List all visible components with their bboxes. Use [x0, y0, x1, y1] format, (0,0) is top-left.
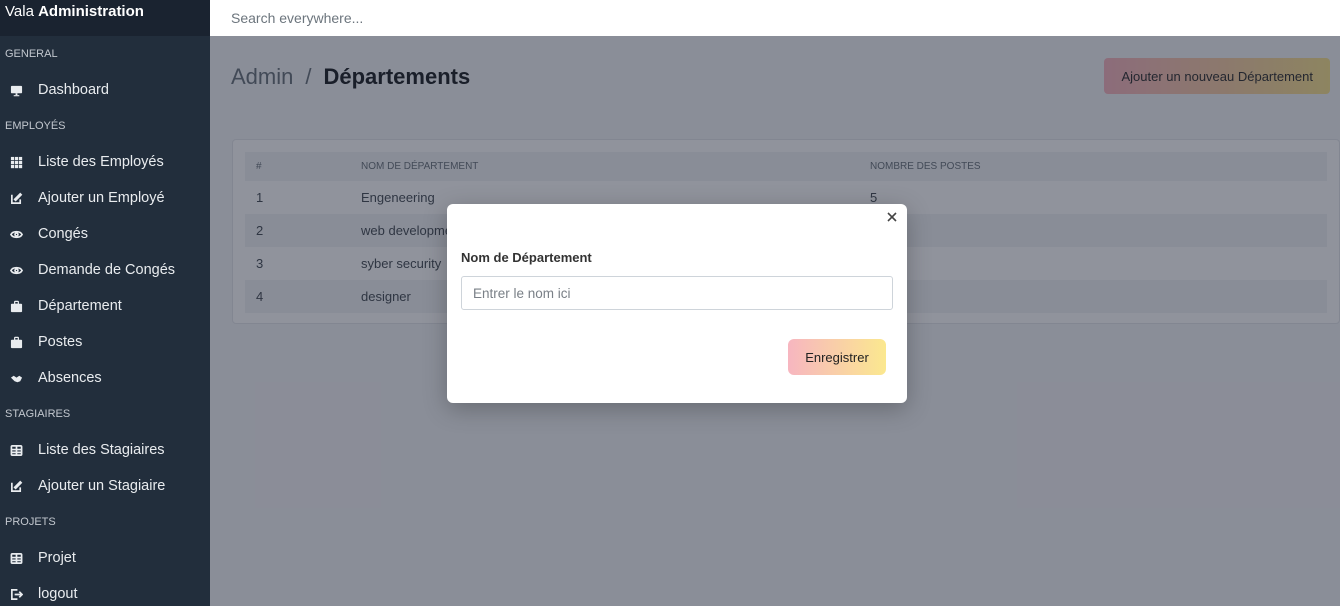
sidebar-item-postes[interactable]: Postes: [0, 324, 210, 360]
briefcase-icon: [9, 335, 23, 349]
sidebar-nav: GENERAL Dashboard EMPLOYÉS Liste des Employ…: [0, 36, 210, 606]
search-input[interactable]: [231, 10, 631, 26]
sidebar-section-title: STAGIAIRES: [5, 408, 71, 420]
brand-prefix: Vala: [5, 3, 34, 20]
sidebar-item-logout[interactable]: logout: [0, 576, 210, 606]
sidebar-item-absences[interactable]: Absences: [0, 360, 210, 396]
sidebar-item-projet[interactable]: Projet: [0, 540, 210, 576]
sidebar-item-label: Liste des Employés: [38, 154, 164, 170]
brand[interactable]: Vala Administration: [0, 0, 210, 36]
logout-icon: [9, 587, 23, 601]
sidebar-item-label: logout: [38, 586, 78, 602]
table-icon: [9, 551, 23, 565]
eye-icon: [9, 263, 23, 277]
sidebar-item-label: Congés: [38, 226, 88, 242]
grid-icon: [9, 155, 23, 169]
briefcase-icon: [9, 299, 23, 313]
sidebar-item-ajouter-un-stagiaire[interactable]: Ajouter un Stagiaire: [0, 468, 210, 504]
add-department-modal: Nom de Département Enregistrer: [447, 204, 907, 403]
brand-name: Administration: [38, 3, 144, 20]
sidebar-item-departement[interactable]: Département: [0, 288, 210, 324]
department-name-input[interactable]: [461, 276, 893, 310]
edit-icon: [9, 479, 23, 493]
sidebar-item-label: Dashboard: [38, 82, 109, 98]
sidebar-item-label: Absences: [38, 370, 102, 386]
sidebar-item-label: Ajouter un Employé: [38, 190, 165, 206]
sidebar-item-label: Postes: [38, 334, 83, 350]
sidebar-item-conges[interactable]: Congés: [0, 216, 210, 252]
sidebar-item-demande-de-conges[interactable]: Demande de Congés: [0, 252, 210, 288]
sidebar: Vala Administration GENERAL Dashboard EMPL…: [0, 0, 210, 606]
sidebar-item-ajouter-un-employe[interactable]: Ajouter un Employé: [0, 180, 210, 216]
save-button[interactable]: Enregistrer: [788, 339, 886, 375]
sidebar-item-label: Département: [38, 298, 122, 314]
sidebar-item-liste-des-stagiaires[interactable]: Liste des Stagiaires: [0, 432, 210, 468]
sidebar-item-label: Projet: [38, 550, 76, 566]
monitor-icon: [9, 83, 23, 97]
sidebar-section-title: EMPLOYÉS: [5, 120, 66, 132]
sidebar-section-title: PROJETS: [5, 516, 56, 528]
department-name-label: Nom de Département: [461, 250, 592, 265]
close-icon[interactable]: [885, 210, 899, 224]
topbar: [210, 0, 1340, 36]
sidebar-item-label: Liste des Stagiaires: [38, 442, 165, 458]
edit-icon: [9, 191, 23, 205]
eye-icon: [9, 227, 23, 241]
sidebar-item-label: Ajouter un Stagiaire: [38, 478, 166, 494]
handshake-icon: [9, 371, 23, 385]
table-icon: [9, 443, 23, 457]
sidebar-item-label: Demande de Congés: [38, 262, 176, 278]
sidebar-item-dashboard[interactable]: Dashboard: [0, 72, 210, 108]
sidebar-section-title: GENERAL: [5, 48, 58, 60]
sidebar-item-liste-des-employes[interactable]: Liste des Employés: [0, 144, 210, 180]
